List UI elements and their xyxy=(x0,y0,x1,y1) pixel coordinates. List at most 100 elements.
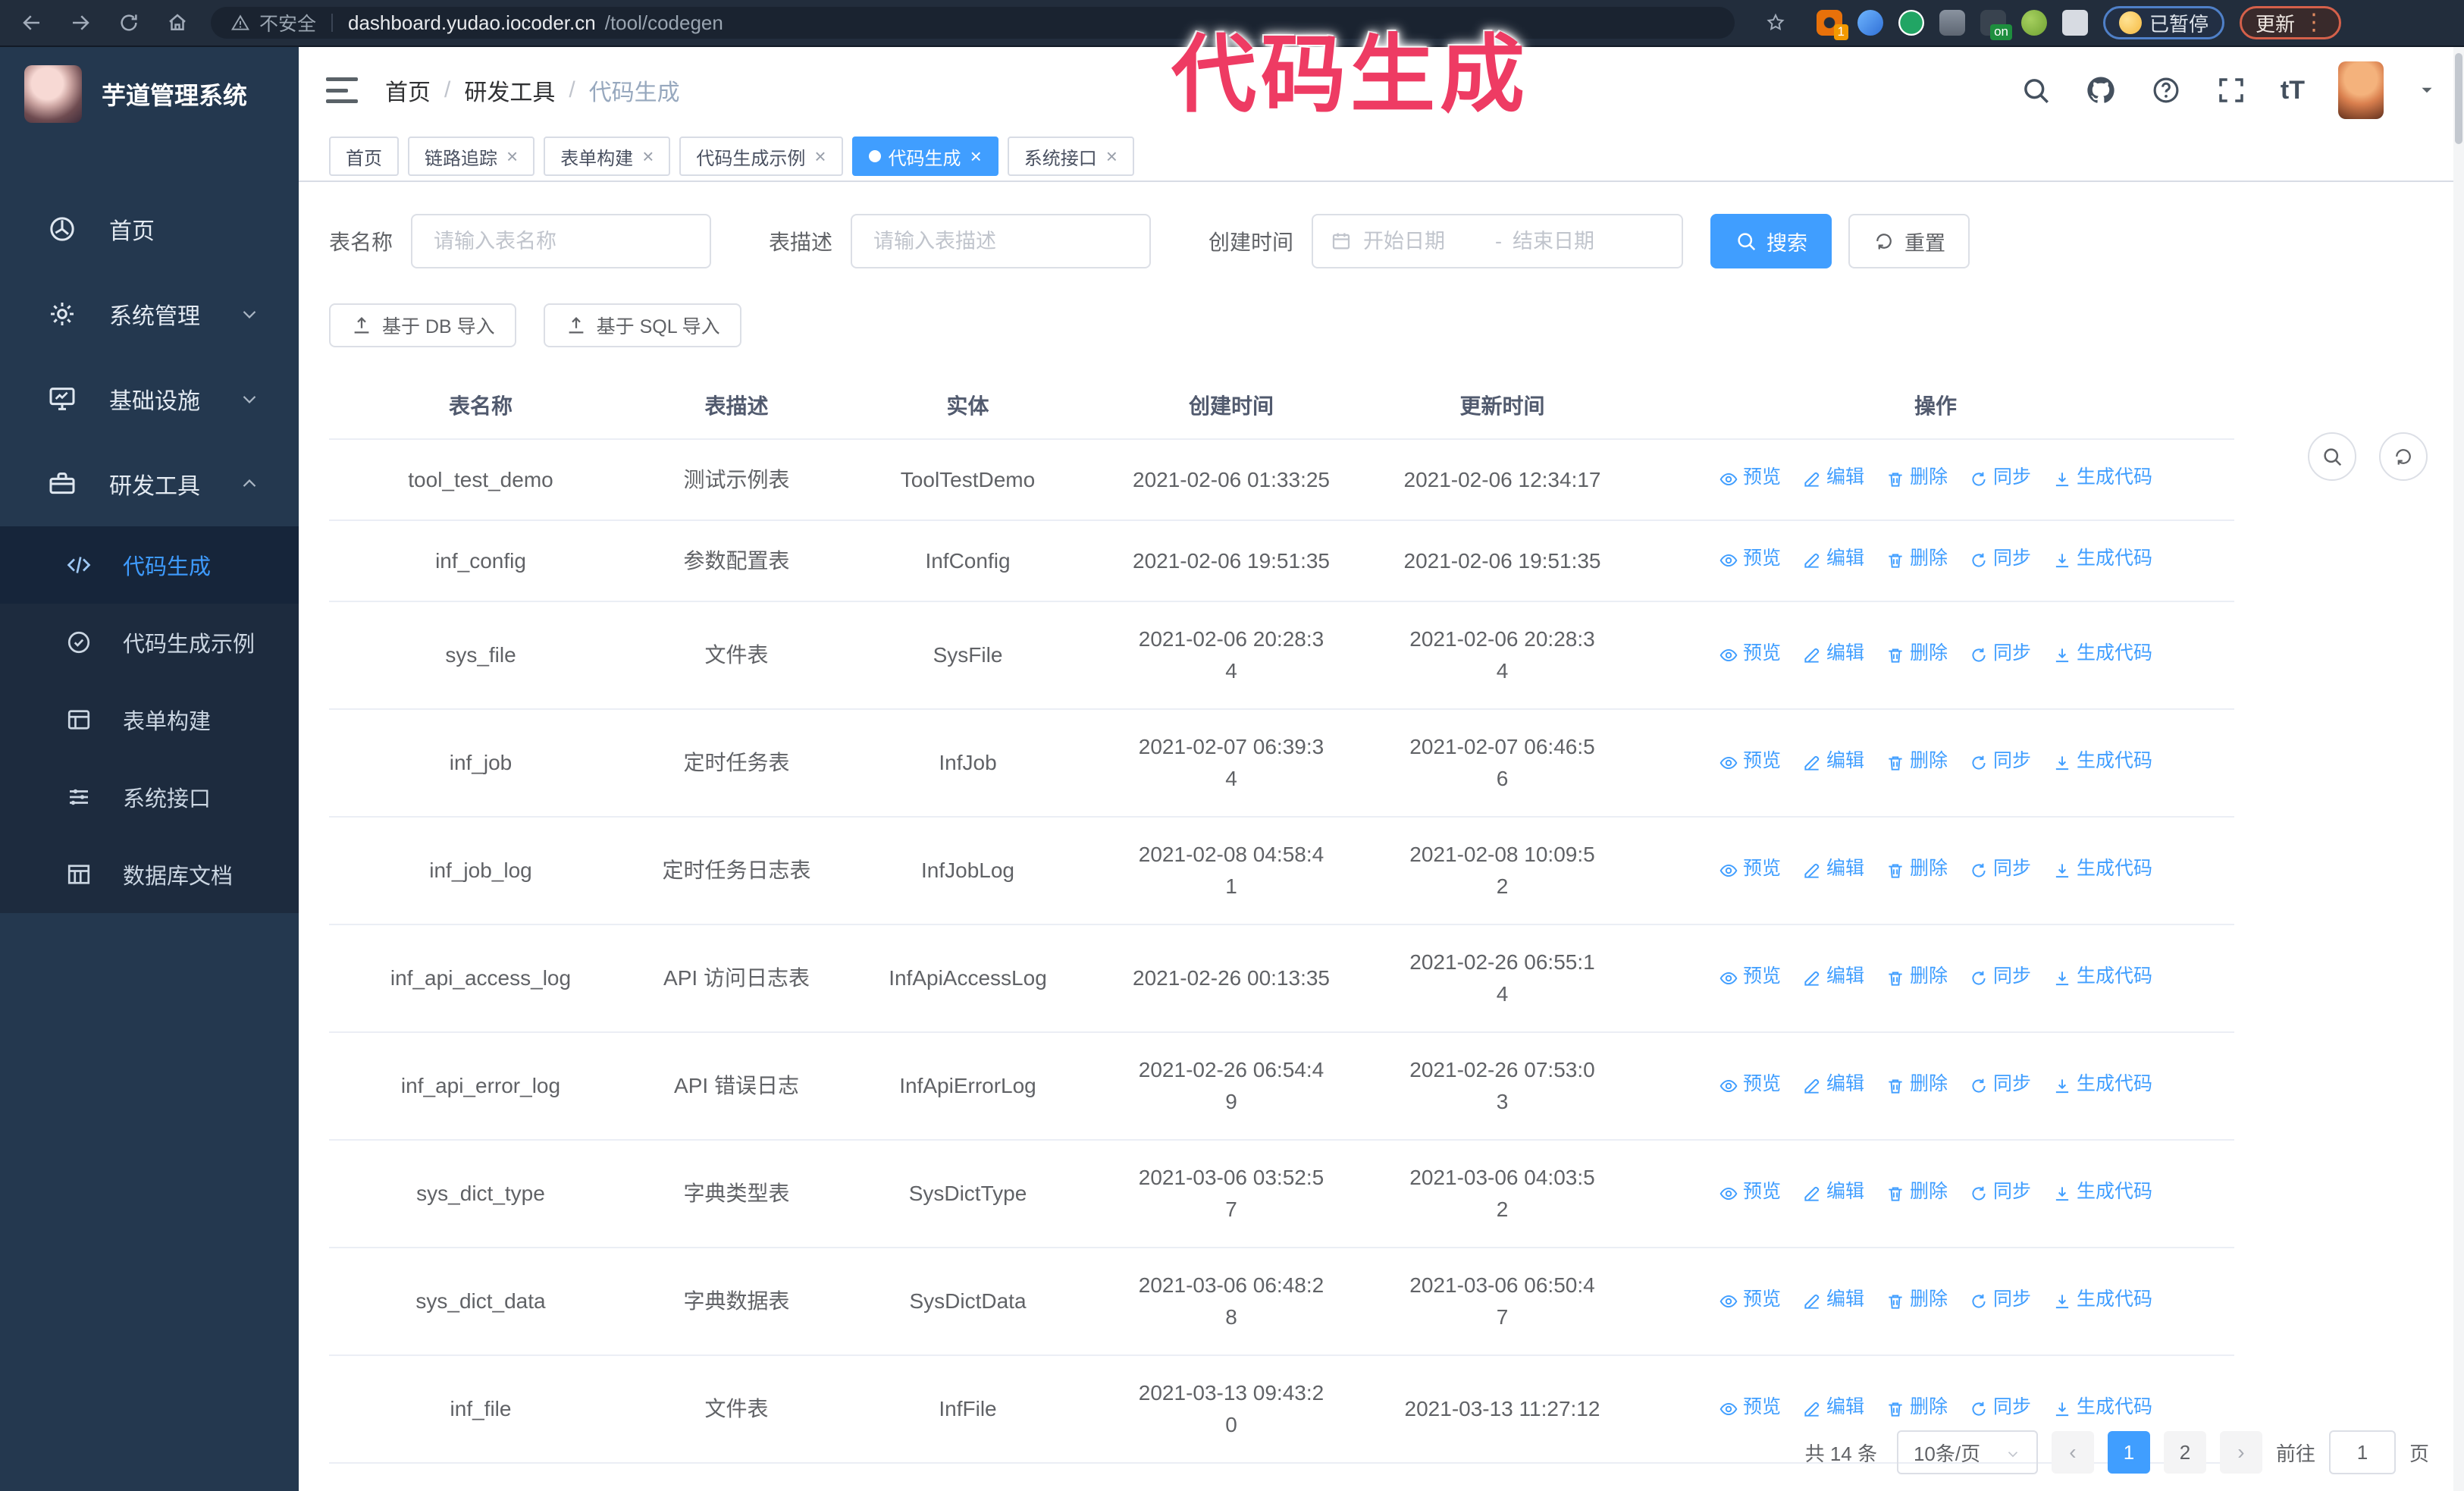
generate-code-action[interactable]: 生成代码 xyxy=(2052,745,2152,777)
delete-action[interactable]: 删除 xyxy=(1886,1283,1948,1315)
generate-code-action[interactable]: 生成代码 xyxy=(2052,960,2152,992)
sidebar-menu-item[interactable]: 基础设施 xyxy=(0,356,299,441)
address-bar[interactable]: 不安全 dashboard.yudao.iocoder.cn/tool/code… xyxy=(211,7,1735,39)
browser-menu-dots-icon[interactable]: ⋮ xyxy=(2303,11,2325,34)
generate-code-action[interactable]: 生成代码 xyxy=(2052,852,2152,884)
generate-code-action[interactable]: 生成代码 xyxy=(2052,542,2152,574)
breadcrumb-item[interactable]: 代码生成 xyxy=(589,74,680,107)
view-tab[interactable]: 链路追踪 × xyxy=(408,137,535,176)
delete-action[interactable]: 删除 xyxy=(1886,745,1948,777)
extension-blue-icon[interactable] xyxy=(1857,10,1883,36)
page-scrollbar[interactable] xyxy=(2453,47,2464,1491)
generate-code-action[interactable]: 生成代码 xyxy=(2052,637,2152,669)
hamburger-icon[interactable] xyxy=(326,77,358,103)
sync-action[interactable]: 同步 xyxy=(1969,960,2031,992)
bookmark-star-icon[interactable] xyxy=(1760,8,1791,38)
close-tab-icon[interactable]: × xyxy=(642,145,654,168)
sync-action[interactable]: 同步 xyxy=(1969,1283,2031,1315)
start-date-input[interactable] xyxy=(1363,229,1485,253)
close-tab-icon[interactable]: × xyxy=(970,145,982,168)
preview-action[interactable]: 预览 xyxy=(1719,745,1781,777)
search-button[interactable]: 搜索 xyxy=(1710,214,1832,268)
delete-action[interactable]: 删除 xyxy=(1886,461,1948,493)
sync-action[interactable]: 同步 xyxy=(1969,852,2031,884)
extension-gray-icon[interactable] xyxy=(1939,10,1965,36)
caret-down-icon[interactable] xyxy=(2417,80,2437,100)
generate-code-action[interactable]: 生成代码 xyxy=(2052,1391,2152,1423)
delete-action[interactable]: 删除 xyxy=(1886,1068,1948,1100)
preview-action[interactable]: 预览 xyxy=(1719,852,1781,884)
generate-code-action[interactable]: 生成代码 xyxy=(2052,1176,2152,1207)
preview-action[interactable]: 预览 xyxy=(1719,1283,1781,1315)
sync-action[interactable]: 同步 xyxy=(1969,542,2031,574)
view-tab[interactable]: 代码生成 × xyxy=(851,137,998,176)
edit-action[interactable]: 编辑 xyxy=(1802,637,1864,669)
edit-action[interactable]: 编辑 xyxy=(1802,852,1864,884)
preview-action[interactable]: 预览 xyxy=(1719,1068,1781,1100)
sidebar-submenu-item[interactable]: 代码生成示例 xyxy=(0,604,299,681)
sidebar-menu-item[interactable]: 研发工具 xyxy=(0,441,299,526)
show-search-button[interactable] xyxy=(2308,432,2356,481)
sync-action[interactable]: 同步 xyxy=(1969,1391,2031,1423)
fullscreen-icon[interactable] xyxy=(2215,74,2247,106)
db-import-button[interactable]: 基于 DB 导入 xyxy=(329,303,516,347)
preview-action[interactable]: 预览 xyxy=(1719,1391,1781,1423)
edit-action[interactable]: 编辑 xyxy=(1802,1391,1864,1423)
edit-action[interactable]: 编辑 xyxy=(1802,542,1864,574)
browser-forward-icon[interactable] xyxy=(65,8,96,38)
preview-action[interactable]: 预览 xyxy=(1719,542,1781,574)
user-avatar[interactable] xyxy=(2338,61,2384,119)
prev-page-button[interactable]: ‹ xyxy=(2051,1431,2094,1474)
preview-action[interactable]: 预览 xyxy=(1719,1176,1781,1207)
app-logo-row[interactable]: 芋道管理系统 xyxy=(0,47,299,141)
browser-back-icon[interactable] xyxy=(17,8,47,38)
page-number-button[interactable]: 2 xyxy=(2163,1431,2206,1474)
sync-action[interactable]: 同步 xyxy=(1969,637,2031,669)
github-icon[interactable] xyxy=(2085,74,2117,106)
extension-dark-icon[interactable]: on xyxy=(1980,10,2012,40)
close-tab-icon[interactable]: × xyxy=(1106,145,1118,168)
view-tab[interactable]: 首页 xyxy=(329,137,399,176)
generate-code-action[interactable]: 生成代码 xyxy=(2052,1283,2152,1315)
breadcrumb-item[interactable]: 首页 xyxy=(385,74,431,107)
generate-code-action[interactable]: 生成代码 xyxy=(2052,1068,2152,1100)
font-size-icon[interactable]: tT xyxy=(2281,76,2305,105)
help-icon[interactable] xyxy=(2150,74,2182,106)
preview-action[interactable]: 预览 xyxy=(1719,637,1781,669)
sync-action[interactable]: 同步 xyxy=(1969,1176,2031,1207)
edit-action[interactable]: 编辑 xyxy=(1802,1176,1864,1207)
profile-paused-pill[interactable]: 已暂停 xyxy=(2103,6,2225,39)
sidebar-submenu-item[interactable]: 系统接口 xyxy=(0,758,299,836)
delete-action[interactable]: 删除 xyxy=(1886,1391,1948,1423)
delete-action[interactable]: 删除 xyxy=(1886,542,1948,574)
goto-page-input[interactable] xyxy=(2328,1430,2396,1474)
extension-orange-icon[interactable]: 1 xyxy=(1817,10,1848,40)
generate-code-action[interactable]: 生成代码 xyxy=(2052,461,2152,493)
extension-key-icon[interactable] xyxy=(2021,10,2047,36)
date-range-picker[interactable]: - xyxy=(1312,214,1684,268)
edit-action[interactable]: 编辑 xyxy=(1802,1283,1864,1315)
sidebar-menu-item[interactable]: 系统管理 xyxy=(0,272,299,356)
view-tab[interactable]: 代码生成示例 × xyxy=(679,137,843,176)
preview-action[interactable]: 预览 xyxy=(1719,461,1781,493)
extension-puzzle-icon[interactable] xyxy=(2062,10,2088,36)
delete-action[interactable]: 删除 xyxy=(1886,852,1948,884)
sync-action[interactable]: 同步 xyxy=(1969,1068,2031,1100)
browser-home-icon[interactable] xyxy=(162,8,193,38)
edit-action[interactable]: 编辑 xyxy=(1802,960,1864,992)
breadcrumb-item[interactable]: 研发工具 xyxy=(464,74,555,107)
extension-green-check-icon[interactable] xyxy=(1898,10,1924,36)
preview-action[interactable]: 预览 xyxy=(1719,960,1781,992)
page-number-button[interactable]: 1 xyxy=(2107,1431,2150,1474)
sidebar-submenu-item[interactable]: 表单构建 xyxy=(0,681,299,758)
close-tab-icon[interactable]: × xyxy=(506,145,518,168)
table-desc-input[interactable] xyxy=(851,214,1152,268)
table-name-input[interactable] xyxy=(411,214,712,268)
reset-button[interactable]: 重置 xyxy=(1848,214,1970,268)
sidebar-submenu-item[interactable]: 代码生成 xyxy=(0,526,299,604)
sidebar-menu-item[interactable]: 首页 xyxy=(0,187,299,272)
view-tab[interactable]: 表单构建 × xyxy=(544,137,671,176)
refresh-table-button[interactable] xyxy=(2379,432,2428,481)
delete-action[interactable]: 删除 xyxy=(1886,637,1948,669)
sidebar-submenu-item[interactable]: 数据库文档 xyxy=(0,836,299,913)
